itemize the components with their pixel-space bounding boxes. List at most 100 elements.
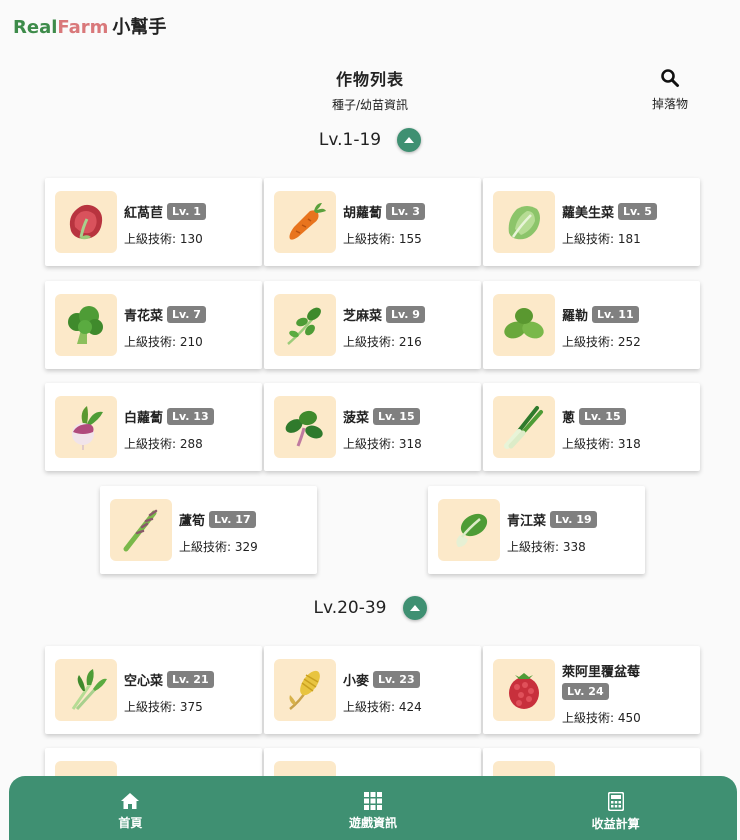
level-badge: Lv. 5 [618, 203, 657, 220]
crop-thumbnail [493, 396, 555, 458]
green-onion-icon [504, 406, 543, 449]
level-badge: Lv. 3 [386, 203, 425, 220]
crop-card[interactable]: 蘿美生菜 Lv. 5 上級技術: 181 [483, 178, 700, 266]
crop-skill: 上級技術: 181 [562, 232, 641, 246]
crop-skill: 上級技術: 450 [562, 711, 641, 725]
level-badge: Lv. 23 [373, 671, 420, 688]
level-badge: Lv. 15 [373, 408, 420, 425]
grid-icon [364, 792, 382, 810]
crop-skill: 上級技術: 130 [124, 232, 203, 246]
brand-real: Real [13, 17, 58, 38]
crop-name: 小麥 [343, 674, 370, 689]
spinach-icon [285, 410, 323, 447]
crop-name: 羅勒 [562, 309, 589, 324]
crop-skill: 上級技術: 288 [124, 437, 203, 451]
nav-game-info[interactable]: 遊戲資訊 [252, 776, 495, 840]
crop-card[interactable]: 羅勒 Lv. 11 上級技術: 252 [483, 281, 700, 369]
bottom-navigation: 首頁 遊戲資訊 收益計算 [9, 776, 737, 840]
crop-card[interactable]: 白蘿蔔 Lv. 13 上級技術: 288 [45, 383, 262, 471]
page-title: 作物列表 [335, 70, 404, 89]
wheat-icon [289, 670, 320, 710]
calculator-icon [607, 792, 624, 811]
carrot-icon [289, 203, 326, 240]
crop-card[interactable]: 胡蘿蔔 Lv. 3 上級技術: 155 [264, 178, 481, 266]
brand-farm: Farm [57, 17, 109, 38]
crop-name: 萊阿里覆盆莓 [562, 665, 641, 680]
section-title: Lv.1-19 [318, 130, 382, 150]
app-brand: RealFarm 小幫手 [13, 13, 166, 39]
level-badge: Lv. 21 [167, 671, 214, 688]
crop-card[interactable]: 青江菜 Lv. 19 上級技術: 338 [428, 486, 645, 574]
asparagus-icon [123, 509, 158, 552]
crop-thumbnail [55, 294, 117, 356]
crop-skill: 上級技術: 329 [179, 540, 258, 554]
crop-skill: 上級技術: 375 [124, 700, 203, 714]
crop-name: 空心菜 [124, 674, 164, 689]
level-badge: Lv. 15 [579, 408, 626, 425]
crop-name: 胡蘿蔔 [343, 206, 383, 221]
collapse-toggle-button[interactable] [402, 596, 427, 620]
crop-thumbnail [55, 396, 117, 458]
crop-card[interactable]: 蔥 Lv. 15 上級技術: 318 [483, 383, 700, 471]
crop-thumbnail [274, 659, 336, 721]
red-lettuce-icon [69, 204, 103, 240]
level-badge: Lv. 17 [209, 511, 256, 528]
crop-thumbnail [55, 659, 117, 721]
crop-thumbnail [110, 499, 172, 561]
crop-skill: 上級技術: 424 [343, 700, 422, 714]
raspberry-icon [509, 673, 539, 709]
crop-card[interactable]: 芝麻菜 Lv. 9 上級技術: 216 [264, 281, 481, 369]
crop-card[interactable]: 萊阿里覆盆莓 Lv. 24 上級技術: 450 [483, 646, 700, 734]
level-badge: Lv. 19 [550, 511, 597, 528]
crop-name: 蘆筍 [179, 514, 206, 529]
nav-home[interactable]: 首頁 [9, 776, 252, 840]
crop-name: 白蘿蔔 [124, 411, 164, 426]
drops-label: 掉落物 [651, 97, 688, 111]
crop-thumbnail [493, 659, 555, 721]
crop-name: 菠菜 [343, 411, 370, 426]
level-badge: Lv. 9 [386, 306, 425, 323]
broccoli-icon [68, 306, 103, 344]
page-header: 作物列表 種子/幼苗資訊 [0, 66, 740, 113]
section-header-lv20-39: Lv.20-39 [0, 596, 740, 620]
crop-skill: 上級技術: 210 [124, 335, 203, 349]
water-spinach-icon [71, 669, 107, 711]
basil-icon [504, 308, 544, 339]
level-badge: Lv. 13 [167, 408, 214, 425]
crop-name: 青花菜 [124, 309, 164, 324]
crop-thumbnail [274, 294, 336, 356]
nav-home-label: 首頁 [118, 816, 143, 830]
bok-choy-icon [456, 513, 488, 547]
level-badge: Lv. 7 [167, 306, 206, 323]
home-icon [121, 793, 140, 809]
crop-thumbnail [438, 499, 500, 561]
arugula-icon [287, 307, 321, 345]
chevron-up-icon [409, 605, 420, 611]
crop-name: 青江菜 [507, 514, 547, 529]
crop-skill: 上級技術: 252 [562, 335, 641, 349]
section-title: Lv.20-39 [313, 598, 387, 618]
brand-helper: 小幫手 [112, 17, 167, 38]
crop-card[interactable]: 菠菜 Lv. 15 上級技術: 318 [264, 383, 481, 471]
nav-profit-calc[interactable]: 收益計算 [494, 776, 737, 840]
drops-search-button[interactable]: 掉落物 [646, 68, 694, 112]
crop-card[interactable]: 紅萵苣 Lv. 1 上級技術: 130 [45, 178, 262, 266]
crop-card[interactable]: 蘆筍 Lv. 17 上級技術: 329 [100, 486, 317, 574]
crop-thumbnail [493, 191, 555, 253]
crop-card[interactable]: 青花菜 Lv. 7 上級技術: 210 [45, 281, 262, 369]
nav-profit-calc-label: 收益計算 [591, 817, 640, 831]
crop-name: 蘿美生菜 [562, 206, 615, 221]
chevron-up-icon [404, 137, 415, 143]
crop-name: 紅萵苣 [124, 206, 164, 221]
level-badge: Lv. 24 [562, 683, 609, 700]
crop-thumbnail [274, 191, 336, 253]
crop-name: 芝麻菜 [343, 309, 383, 324]
level-badge: Lv. 11 [592, 306, 639, 323]
romaine-lettuce-icon [508, 206, 540, 240]
crop-thumbnail [274, 396, 336, 458]
crop-card[interactable]: 空心菜 Lv. 21 上級技術: 375 [45, 646, 262, 734]
collapse-toggle-button[interactable] [397, 128, 422, 152]
crop-name: 蔥 [562, 411, 576, 426]
crop-skill: 上級技術: 318 [562, 437, 641, 451]
crop-card[interactable]: 小麥 Lv. 23 上級技術: 424 [264, 646, 481, 734]
